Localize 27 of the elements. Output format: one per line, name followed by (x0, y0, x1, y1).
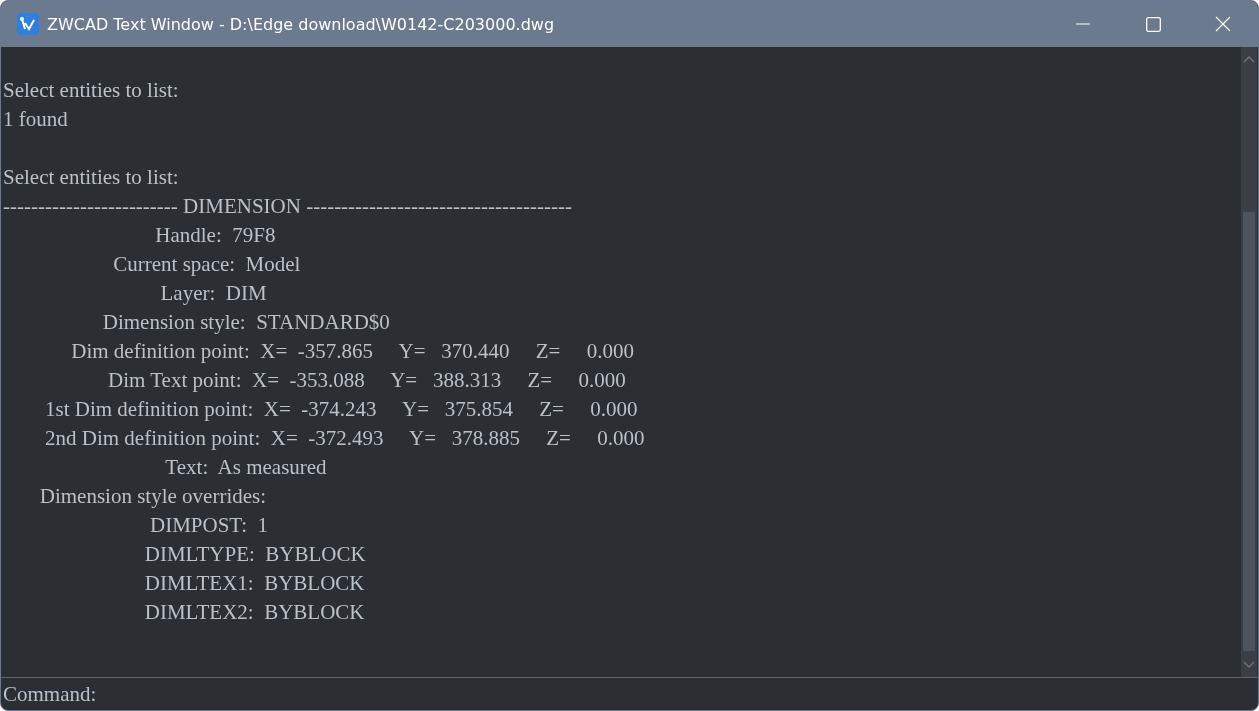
output-line: 1 found (2, 106, 69, 133)
output-line: DIMLTEX2: BYBLOCK (143, 599, 366, 626)
output-line: Select entities to list: (2, 77, 180, 104)
close-icon (1215, 16, 1231, 32)
output-line: Handle: 79F8 (154, 222, 277, 249)
scroll-up-icon[interactable] (1243, 55, 1255, 65)
output-line: DIMLTYPE: BYBLOCK (143, 541, 367, 568)
output-line: Current space: Model (112, 251, 302, 278)
output-line: Dimension style overrides: (38, 483, 268, 510)
output-line: 1st Dim definition point: X= -374.243 Y= 375.854 Z= 0.000 (44, 396, 639, 423)
scrollbar[interactable] (1241, 47, 1257, 677)
output-line: DIMLTEX1: BYBLOCK (143, 570, 366, 597)
output-line: DIMPOST: 1 (149, 512, 269, 539)
command-prompt: Command: (3, 681, 97, 707)
scroll-down-icon[interactable] (1243, 659, 1255, 669)
maximize-icon (1145, 16, 1161, 32)
output-line: ------------------------- DIMENSION -------------------------------------- (2, 193, 573, 220)
command-line[interactable]: Command: (1, 677, 1258, 710)
app-logo-icon (17, 13, 39, 35)
output-line: Select entities to list: (2, 164, 180, 191)
output-line: Dim Text point: X= -353.088 Y= 388.313 Z= 0.000 (107, 367, 627, 394)
output-line: 2nd Dim definition point: X= -372.493 Y= 378.885 Z= 0.000 (44, 425, 646, 452)
output-line: Dim definition point: X= -357.865 Y= 370.440 Z= 0.000 (70, 338, 635, 365)
window-title: ZWCAD Text Window - D:\Edge download\W0142-C203000.dwg (47, 14, 556, 34)
output-line: Layer: DIM (159, 280, 268, 307)
output-line: Text: As measured (164, 454, 328, 481)
output-line: Dimension style: STANDARD$0 (101, 309, 391, 336)
